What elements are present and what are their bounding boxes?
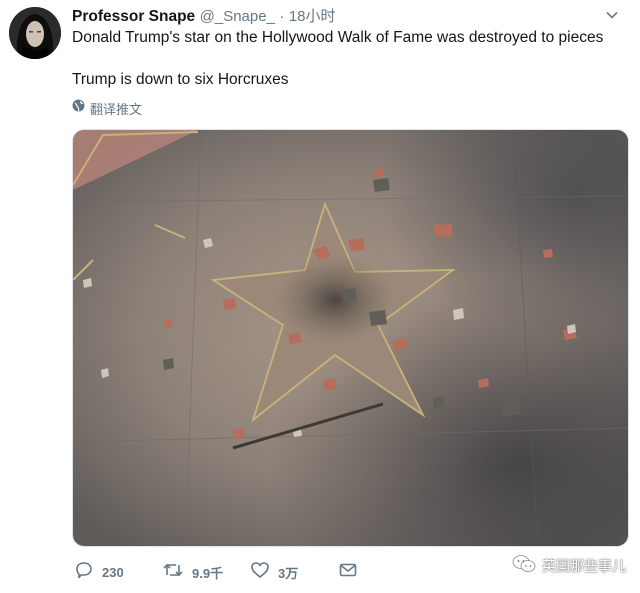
envelope-icon bbox=[338, 560, 358, 585]
retweet-icon bbox=[162, 560, 184, 585]
tweet-photo[interactable] bbox=[72, 129, 629, 547]
chevron-down-icon[interactable] bbox=[604, 7, 620, 23]
translate-label: 翻译推文 bbox=[90, 101, 143, 117]
author-name[interactable]: Professor Snape bbox=[72, 8, 195, 25]
tweet-text: Donald Trump's star on the Hollywood Wal… bbox=[72, 27, 628, 90]
tweet-text-line: Trump is down to six Horcruxes bbox=[72, 71, 289, 88]
reply-icon bbox=[74, 560, 94, 585]
like-count: 3万 bbox=[278, 565, 299, 581]
like-button[interactable]: 3万 bbox=[250, 559, 298, 585]
watermark-text: 英国那些事儿 bbox=[542, 558, 626, 574]
tweet-text-line: Donald Trump's star on the Hollywood Wal… bbox=[72, 29, 604, 46]
watermark: 英国那些事儿 bbox=[512, 554, 626, 578]
direct-message-button[interactable] bbox=[338, 559, 358, 585]
avatar[interactable] bbox=[9, 7, 61, 59]
retweet-button[interactable]: 9.9千 bbox=[162, 559, 223, 585]
wechat-icon bbox=[512, 554, 536, 579]
heart-icon bbox=[250, 560, 270, 585]
tweet-header: Professor Snape @_Snape_ · 18小时 bbox=[72, 5, 620, 27]
retweet-count: 9.9千 bbox=[192, 565, 224, 581]
translate-tweet-link[interactable]: 翻译推文 bbox=[72, 99, 142, 117]
reply-button[interactable]: 230 bbox=[74, 559, 124, 585]
tweet-timestamp[interactable]: 18小时 bbox=[289, 8, 336, 25]
separator-dot: · bbox=[279, 8, 285, 25]
author-handle[interactable]: @_Snape_ bbox=[200, 8, 275, 25]
globe-icon bbox=[72, 99, 85, 117]
reply-count: 230 bbox=[102, 564, 124, 580]
